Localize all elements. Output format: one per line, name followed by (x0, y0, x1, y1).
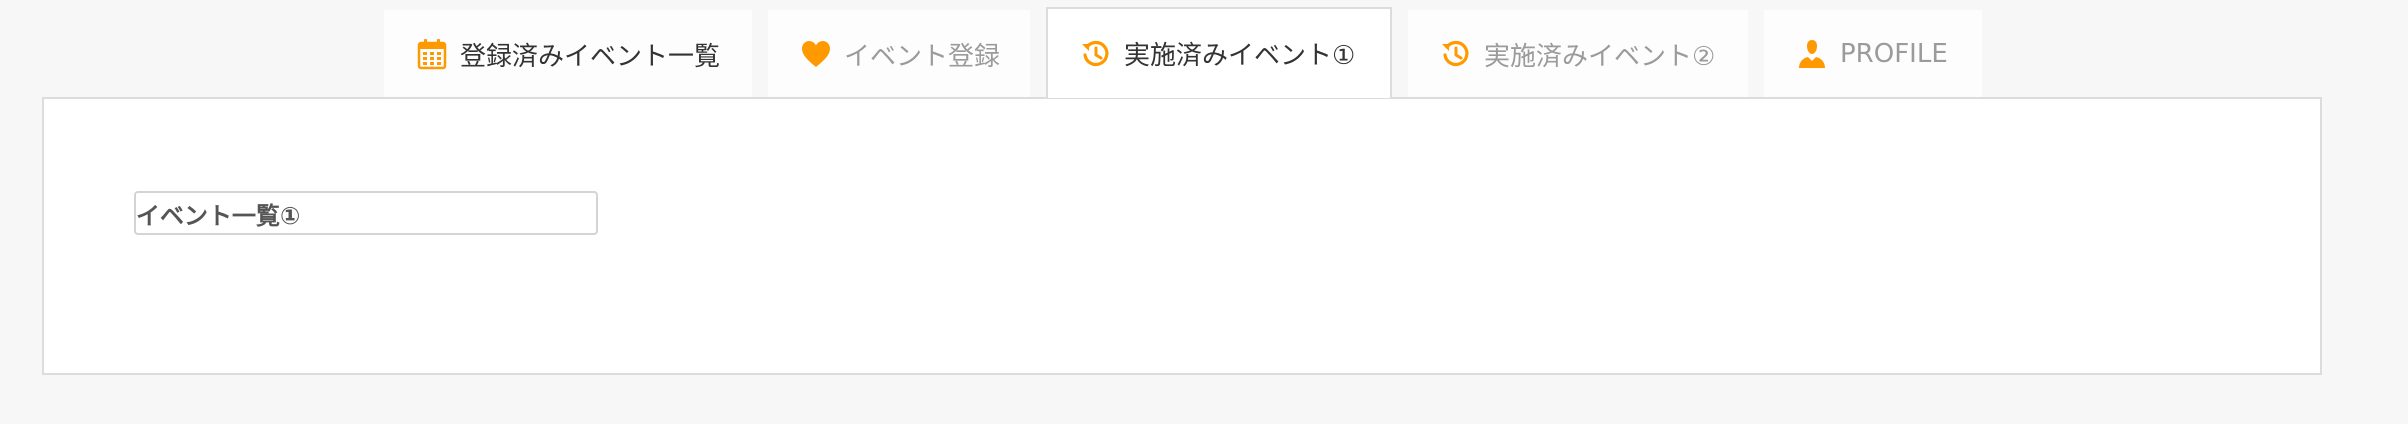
tab-past-events-1[interactable]: 実施済みイベント① (1046, 7, 1392, 98)
tab-label: 実施済みイベント② (1484, 41, 1716, 72)
tab-past-events-2[interactable]: 実施済みイベント② (1408, 10, 1748, 98)
heart-icon (800, 38, 832, 70)
tab-label: 実施済みイベント① (1124, 41, 1356, 71)
history-icon (1080, 38, 1112, 70)
tab-event-registration[interactable]: イベント登録 (768, 10, 1030, 98)
tab-label: イベント登録 (844, 41, 1001, 72)
tab-profile[interactable]: PROFILE (1764, 10, 1982, 98)
tab-label: PROFILE (1840, 39, 1948, 69)
tab-bar: 登録済みイベント一覧 イベント登録 実施済みイベント① 実施済みイベント② PR… (384, 7, 1998, 98)
tab-registered-events[interactable]: 登録済みイベント一覧 (384, 10, 752, 98)
user-icon (1796, 38, 1828, 70)
tab-label: 登録済みイベント一覧 (460, 41, 721, 72)
calendar-icon (416, 38, 448, 70)
tab-content-panel (42, 97, 2322, 375)
history-icon (1440, 38, 1472, 70)
event-list-name-input[interactable] (134, 191, 598, 235)
